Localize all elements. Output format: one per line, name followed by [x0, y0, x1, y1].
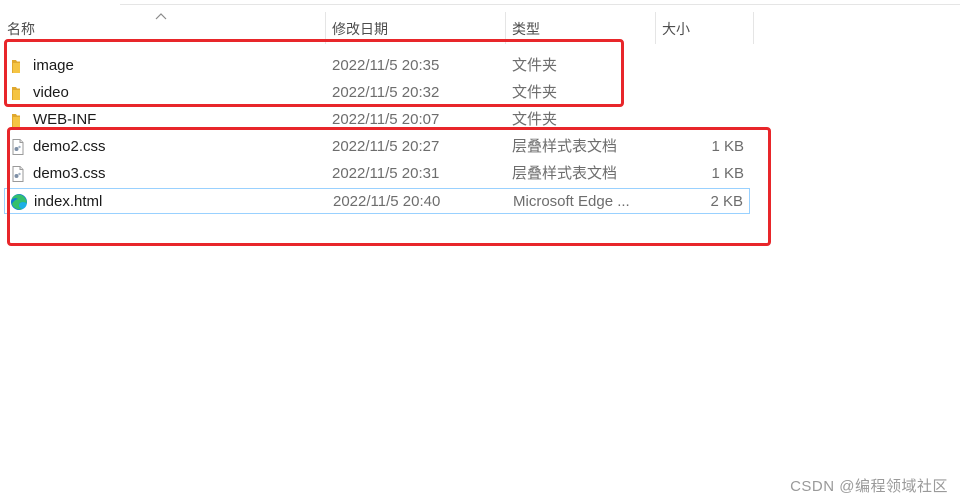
column-header-size[interactable]: 大小	[655, 12, 753, 44]
watermark-text: CSDN @编程领域社区	[790, 478, 948, 495]
window-top-edge	[120, 0, 960, 5]
highlight-box-files	[7, 127, 771, 246]
column-divider[interactable]	[753, 12, 754, 44]
highlight-box-folders	[4, 39, 624, 107]
